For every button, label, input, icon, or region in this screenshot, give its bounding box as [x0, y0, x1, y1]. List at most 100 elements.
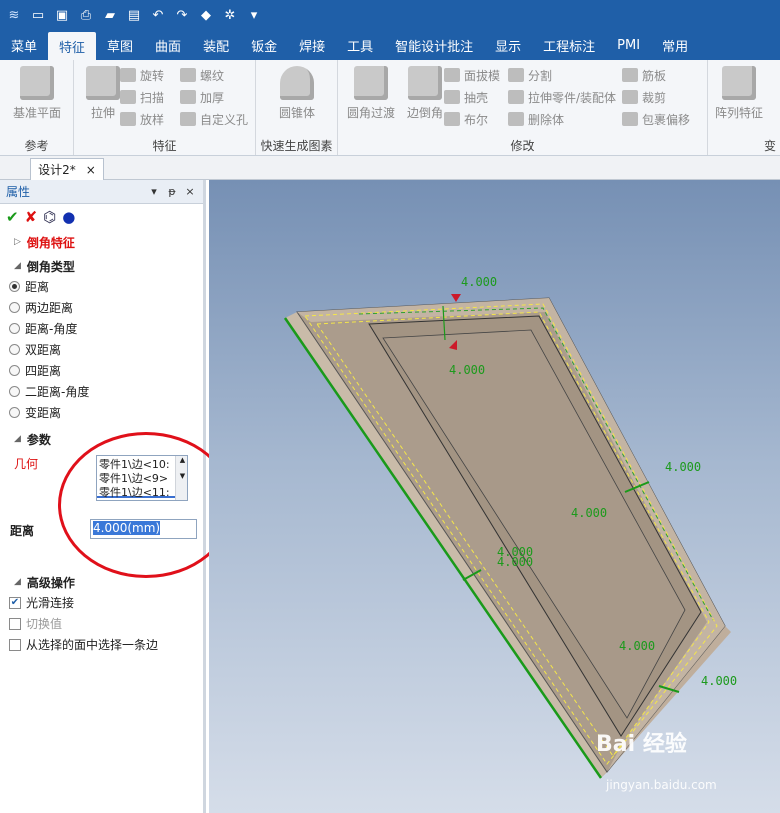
dropdown-icon[interactable]: ▾ — [244, 5, 264, 25]
datum-plane-button[interactable]: 基准平面 — [8, 66, 66, 121]
panel-title: 属性 — [6, 185, 31, 199]
cone-icon — [280, 66, 314, 100]
draft-face-button[interactable]: 面拔模 — [444, 65, 500, 85]
loft-button[interactable]: 放样 — [120, 109, 164, 129]
radio-dot — [9, 344, 20, 355]
group-modify: 圆角过渡 边倒角 面拔模 抽壳 布尔 分割 拉伸零件/装配体 删除体 筋板 裁剪… — [338, 60, 708, 155]
pin-icon[interactable]: ᵽ — [165, 185, 179, 198]
radio-label: 双距离 — [25, 343, 62, 357]
checkbox-select-edge-from-face[interactable]: 从选择的面中选择一条边 — [0, 634, 200, 655]
tab-features[interactable]: 特征 — [48, 32, 97, 60]
open-file-icon[interactable]: ▣ — [52, 5, 72, 25]
save-icon[interactable]: ▤ — [124, 5, 144, 25]
regen-icon[interactable]: ◆ — [196, 5, 216, 25]
3d-viewport[interactable]: 4.000 4.000 4.000 4.000 4.000 4.000 4.00… — [209, 180, 780, 813]
tab-smart-annotation[interactable]: 智能设计批注 — [384, 30, 484, 60]
redo-icon[interactable]: ↷ — [172, 5, 192, 25]
radio-distance-angle[interactable]: 距离-角度 — [0, 318, 203, 339]
radio-variable-distance[interactable]: 变距离 — [0, 402, 203, 423]
pattern-feature-label: 阵列特征 — [714, 106, 763, 120]
sweep-button[interactable]: 扫描 — [120, 87, 164, 107]
cone-label: 圆锥体 — [278, 106, 315, 120]
split-button[interactable]: 分割 — [508, 65, 552, 85]
document-tab[interactable]: 设计2* × — [30, 158, 104, 180]
sweep-label: 扫描 — [140, 90, 165, 105]
checkbox-label: 切换值 — [26, 617, 63, 631]
pattern-feature-button[interactable]: 阵列特征 — [710, 66, 768, 121]
custom-hole-button[interactable]: 自定义孔 — [180, 109, 248, 129]
radio-four-distances[interactable]: 四距离 — [0, 360, 203, 381]
cancel-x-icon[interactable]: ✘ — [25, 208, 38, 226]
preview-glasses-icon[interactable]: ⌬ — [43, 208, 56, 226]
radio-label: 距离 — [25, 280, 50, 294]
tab-tools[interactable]: 工具 — [336, 30, 384, 60]
print-icon[interactable]: ⎙ — [76, 5, 96, 25]
fillet-button[interactable]: 圆角过渡 — [342, 66, 400, 121]
checkbox-box-checked: ✔ — [9, 596, 21, 609]
dimension-label: 4.000 — [497, 555, 533, 569]
tab-sketch[interactable]: 草图 — [96, 30, 144, 60]
tab-surface[interactable]: 曲面 — [144, 30, 192, 60]
trim-icon — [622, 90, 638, 104]
shell-icon — [444, 90, 460, 104]
group-label-modify: 修改 — [510, 139, 535, 153]
help-circle-icon[interactable]: ● — [62, 208, 75, 226]
group-quick-primitives: 圆锥体 快速生成图素 — [256, 60, 338, 155]
tab-welding[interactable]: 焊接 — [288, 30, 336, 60]
trim-button[interactable]: 裁剪 — [622, 87, 666, 107]
boolean-button[interactable]: 布尔 — [444, 109, 488, 129]
delete-body-label: 删除体 — [528, 112, 565, 127]
confirm-check-icon[interactable]: ✔ — [6, 208, 19, 226]
pattern-feature-icon — [722, 66, 756, 100]
fillet-icon — [354, 66, 388, 100]
tab-pmi[interactable]: PMI — [606, 30, 651, 60]
chamfer-type-section[interactable]: ◢ 倒角类型 — [0, 256, 203, 276]
wrap-offset-button[interactable]: 包裹偏移 — [622, 109, 690, 129]
radio-dot — [9, 302, 20, 313]
app-menu-icon[interactable]: ≋ — [4, 5, 24, 25]
dimension-label: 4.000 — [701, 674, 737, 688]
checkbox-smooth-connect[interactable]: ✔ 光滑连接 — [0, 592, 200, 613]
thread-button[interactable]: 螺纹 — [180, 65, 224, 85]
checkbox-toggle-value[interactable]: 切换值 — [0, 613, 200, 634]
tab-assembly[interactable]: 装配 — [192, 30, 240, 60]
cone-button[interactable]: 圆锥体 — [268, 66, 326, 121]
tab-menu[interactable]: 菜单 — [0, 30, 48, 60]
panel-close-icon[interactable]: × — [183, 185, 197, 198]
stretch-part-button[interactable]: 拉伸零件/装配体 — [508, 87, 616, 107]
feature-title-row[interactable]: ▷ 倒角特征 — [0, 232, 203, 252]
close-tab-icon[interactable]: × — [86, 163, 96, 177]
group-transform: 阵列特征 变 — [708, 60, 780, 155]
delete-body-button[interactable]: 删除体 — [508, 109, 564, 129]
shell-button[interactable]: 抽壳 — [444, 87, 488, 107]
radio-label: 距离-角度 — [25, 322, 78, 336]
expand-arrow-icon: ▷ — [14, 237, 21, 247]
folder-icon[interactable]: ▰ — [100, 5, 120, 25]
rib-label: 筋板 — [642, 68, 667, 83]
collapse-arrow-icon: ◢ — [14, 434, 21, 444]
panel-menu-icon[interactable]: ▾ — [147, 185, 161, 198]
split-label: 分割 — [528, 68, 553, 83]
radio-two-distances[interactable]: 两边距离 — [0, 297, 203, 318]
tab-drawing-annotation[interactable]: 工程标注 — [532, 30, 606, 60]
radio-label: 两边距离 — [25, 301, 74, 315]
tab-display[interactable]: 显示 — [484, 30, 532, 60]
radio-two-distance-angle[interactable]: 二距离-角度 — [0, 381, 203, 402]
options-icon[interactable]: ✲ — [220, 5, 240, 25]
panel-action-bar: ✔ ✘ ⌬ ● — [0, 204, 203, 230]
thicken-icon — [180, 90, 196, 104]
revolve-icon — [120, 68, 136, 82]
thread-icon — [180, 68, 196, 82]
radio-distance[interactable]: 距离 — [0, 276, 203, 297]
feature-title: 倒角特征 — [26, 235, 75, 250]
revolve-button[interactable]: 旋转 — [120, 65, 164, 85]
tab-sheetmetal[interactable]: 钣金 — [240, 30, 288, 60]
group-label-feature: 特征 — [152, 139, 177, 153]
new-file-icon[interactable]: ▭ — [28, 5, 48, 25]
thicken-button[interactable]: 加厚 — [180, 87, 224, 107]
dimension-label: 4.000 — [619, 639, 655, 653]
radio-double-distance[interactable]: 双距离 — [0, 339, 203, 360]
rib-button[interactable]: 筋板 — [622, 65, 666, 85]
undo-icon[interactable]: ↶ — [148, 5, 168, 25]
tab-common[interactable]: 常用 — [651, 30, 699, 60]
